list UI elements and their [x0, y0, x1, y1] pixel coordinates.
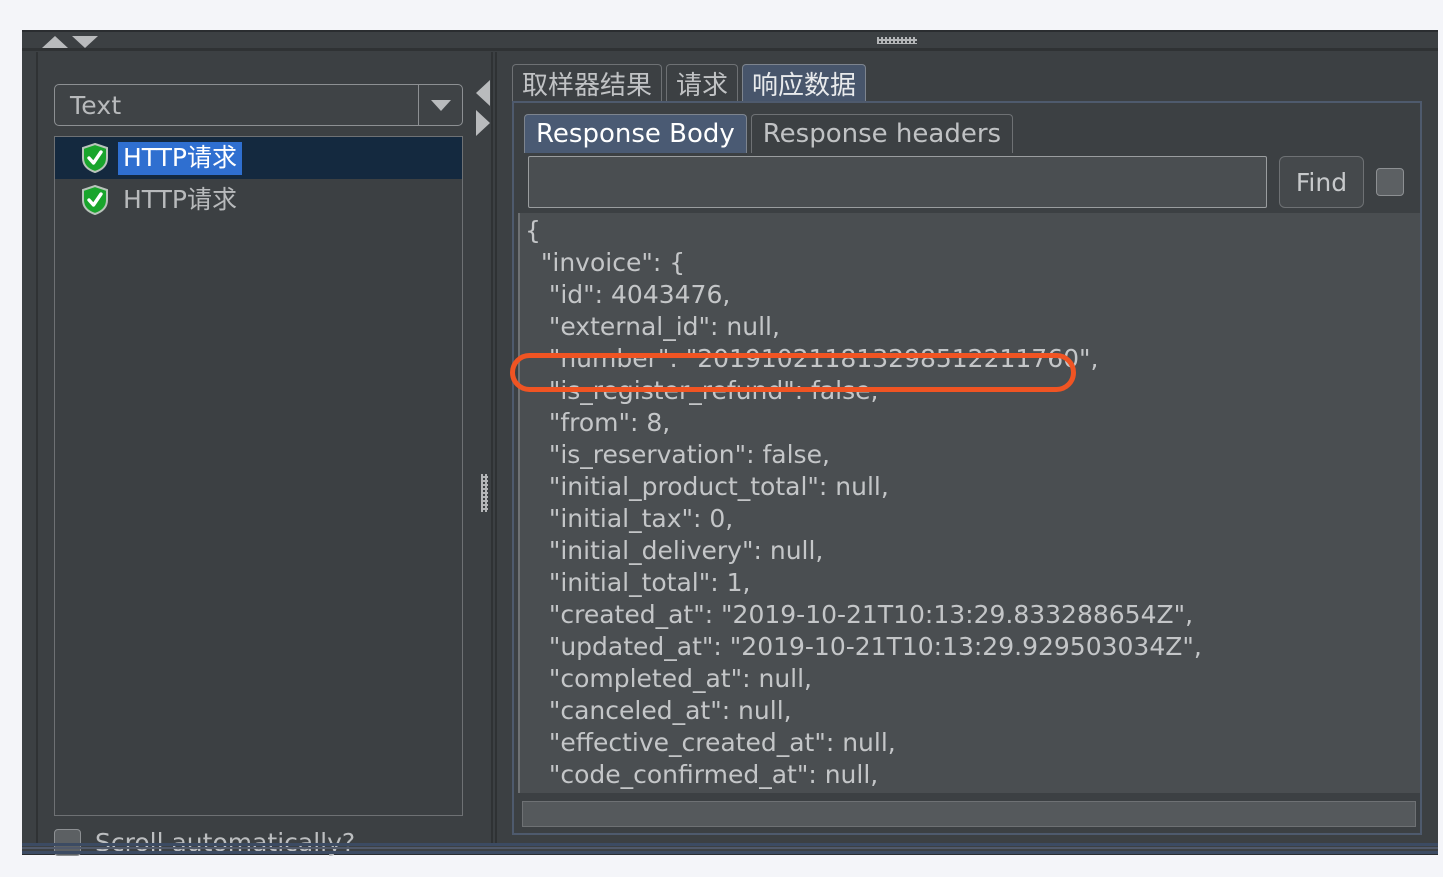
find-input[interactable] — [528, 156, 1267, 208]
response-body-content: { "invoice": { "id": 4043476, "external_… — [525, 216, 1202, 789]
left-panel: Text HTTP请求 HTTP请求 — [30, 52, 470, 857]
find-case-checkbox[interactable] — [1376, 168, 1404, 196]
render-format-value: Text — [70, 90, 122, 120]
tab-request[interactable]: 请求 — [666, 64, 739, 102]
tab-response-data[interactable]: 响应数据 — [742, 64, 867, 102]
top-strip-divider — [22, 48, 1438, 51]
drag-handle-icon[interactable] — [877, 37, 917, 44]
find-button[interactable]: Find — [1279, 156, 1364, 208]
triangle-right-icon[interactable] — [476, 110, 490, 136]
bottom-separator — [22, 843, 1438, 857]
triangle-down-icon[interactable] — [72, 36, 98, 48]
response-tabs[interactable]: Response Body Response headers — [524, 113, 1017, 153]
shield-check-icon — [81, 185, 109, 215]
tree-item-http-request-1[interactable]: HTTP请求 — [55, 137, 462, 179]
jmeter-window: Text HTTP请求 HTTP请求 取样器结果 请求 响应数据 Respons… — [22, 30, 1438, 857]
response-horizontal-scrollbar[interactable] — [522, 801, 1416, 827]
triangle-up-icon[interactable] — [42, 36, 68, 48]
tree-item-http-request-2[interactable]: HTTP请求 — [55, 179, 462, 221]
tree-item-label: HTTP请求 — [123, 184, 237, 214]
tree-item-label: HTTP请求 — [118, 141, 242, 175]
results-tree[interactable]: HTTP请求 HTTP请求 — [54, 136, 463, 816]
splitter-line — [495, 52, 497, 845]
result-tabs[interactable]: 取样器结果 请求 响应数据 — [512, 62, 870, 102]
tab-response-body[interactable]: Response Body — [524, 114, 747, 153]
triangle-left-icon[interactable] — [476, 80, 490, 106]
chevron-down-icon[interactable] — [418, 85, 462, 125]
response-body-text[interactable]: { "invoice": { "id": 4043476, "external_… — [518, 213, 1420, 793]
right-panel: 取样器结果 请求 响应数据 Response Body Response hea… — [498, 52, 1436, 845]
top-strip — [22, 32, 1438, 48]
splitter-line — [491, 52, 493, 845]
find-bar: Find — [524, 153, 1412, 211]
vertical-splitter[interactable] — [472, 52, 498, 845]
shield-check-icon — [81, 143, 109, 173]
response-data-panel: Response Body Response headers Find { "i… — [512, 101, 1422, 835]
tab-response-headers[interactable]: Response headers — [750, 114, 1014, 153]
drag-handle-vertical-icon[interactable] — [481, 474, 488, 512]
render-format-combo[interactable]: Text — [54, 84, 463, 126]
tab-sampler-result[interactable]: 取样器结果 — [512, 64, 663, 102]
left-panel-inner: Text HTTP请求 HTTP请求 — [36, 52, 468, 857]
app-root: Text HTTP请求 HTTP请求 取样器结果 请求 响应数据 Respons… — [0, 0, 1443, 877]
